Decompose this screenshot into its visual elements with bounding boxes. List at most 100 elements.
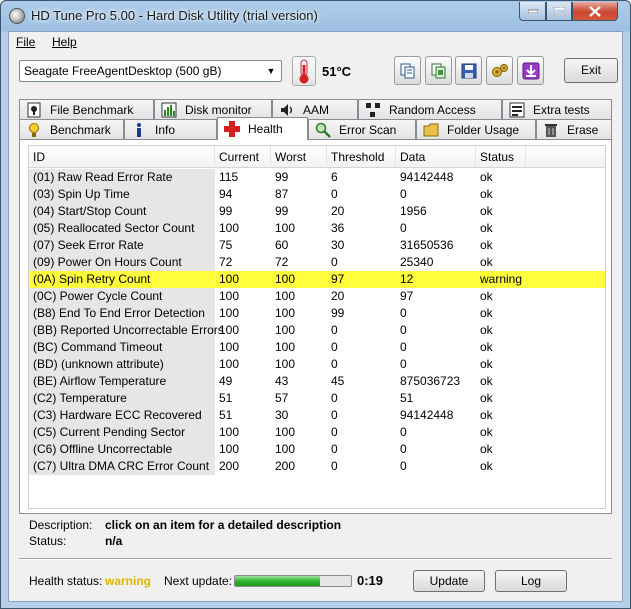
table-row[interactable]: (BC) Command Timeout 100 100 0 0 ok — [29, 339, 605, 356]
table-cell-id: (BC) Command Timeout — [29, 339, 215, 356]
table-row[interactable]: (05) Reallocated Sector Count 100 100 36 0 ok — [29, 220, 605, 237]
table-row[interactable]: (04) Start/Stop Count 99 99 20 1956 ok — [29, 203, 605, 220]
log-button[interactable]: Log — [495, 570, 567, 592]
options-icon — [491, 63, 508, 77]
table-cell-threshold: 20 — [331, 289, 345, 303]
options-button[interactable] — [486, 56, 513, 85]
health-cross-icon — [224, 121, 240, 137]
table-cell-status: ok — [480, 170, 493, 184]
table-row[interactable]: (C6) Offline Uncorrectable 100 100 0 0 ok — [29, 441, 605, 458]
column-header-data[interactable]: Data — [396, 146, 476, 168]
table-cell-worst: 87 — [275, 187, 289, 201]
column-header-id[interactable]: ID — [29, 146, 215, 168]
table-row[interactable]: (BE) Airflow Temperature 49 43 45 875036723 o… — [29, 373, 605, 390]
table-cell-data: 0 — [400, 357, 407, 371]
tab-health[interactable]: Health — [217, 117, 308, 140]
table-cell-worst: 100 — [275, 442, 296, 456]
table-row[interactable]: (01) Raw Read Error Rate 115 99 6 94142448 ok — [29, 169, 605, 186]
table-cell-data: 0 — [400, 459, 407, 473]
tab-benchmark[interactable]: Benchmark — [19, 119, 124, 139]
update-button[interactable]: Update — [413, 570, 485, 592]
tab-random-access[interactable]: Random Access — [358, 99, 502, 119]
table-cell-data: 25340 — [400, 255, 434, 269]
table-cell-worst: 60 — [275, 238, 289, 252]
tab-extra-tests[interactable]: Extra tests — [502, 99, 612, 119]
table-cell-id: (04) Start/Stop Count — [29, 203, 215, 220]
table-row[interactable]: (C3) Hardware ECC Recovered 51 30 0 94142448… — [29, 407, 605, 424]
tab-label: AAM — [303, 102, 330, 117]
tab-label: Benchmark — [50, 122, 111, 137]
table-cell-worst: 100 — [275, 323, 296, 337]
tab-label: Random Access — [389, 102, 476, 117]
menu-file[interactable]: File — [16, 35, 35, 49]
table-row[interactable]: (C7) Ultra DMA CRC Error Count 200 200 0 0 ok — [29, 458, 605, 475]
table-cell-status: ok — [480, 340, 493, 354]
table-row[interactable]: (C2) Temperature 51 57 0 51 ok — [29, 390, 605, 407]
table-cell-worst: 100 — [275, 340, 296, 354]
table-row[interactable]: (09) Power On Hours Count 72 72 0 25340 ok — [29, 254, 605, 271]
minimize-button[interactable] — [519, 2, 546, 21]
save-icon — [461, 63, 476, 78]
table-cell-id: (0A) Spin Retry Count — [29, 271, 215, 288]
copy-screenshot-button[interactable] — [425, 56, 452, 85]
smart-table[interactable]: ID Current Worst Threshold Data Status (… — [28, 145, 606, 509]
folder-icon — [423, 122, 439, 138]
next-update-progress — [234, 575, 352, 587]
tab-error-scan[interactable]: Error Scan — [308, 119, 416, 139]
table-cell-id: (C7) Ultra DMA CRC Error Count — [29, 458, 215, 475]
table-cell-data: 0 — [400, 323, 407, 337]
table-row[interactable]: (B8) End To End Error Detection 100 100 99 0… — [29, 305, 605, 322]
table-cell-worst: 100 — [275, 357, 296, 371]
table-cell-threshold: 0 — [331, 391, 338, 405]
column-header-threshold[interactable]: Threshold — [327, 146, 396, 168]
tab-info[interactable]: Info — [124, 119, 217, 139]
table-cell-threshold: 0 — [331, 340, 338, 354]
table-cell-data: 0 — [400, 306, 407, 320]
table-cell-status: ok — [480, 391, 493, 405]
menu-help[interactable]: Help — [52, 35, 77, 49]
table-cell-current: 100 — [219, 442, 240, 456]
table-cell-worst: 100 — [275, 306, 296, 320]
tab-disk-monitor[interactable]: Disk monitor — [154, 99, 272, 119]
download-button[interactable] — [517, 56, 544, 85]
tab-label: Disk monitor — [185, 102, 252, 117]
column-header-current[interactable]: Current — [215, 146, 271, 168]
tab-folder-usage[interactable]: Folder Usage — [416, 119, 536, 139]
table-cell-worst: 99 — [275, 170, 289, 184]
menu-help-label: Help — [52, 35, 77, 49]
tab-row-top: File Benchmark Disk monitor AAM Random A… — [19, 99, 612, 119]
table-row[interactable]: (0A) Spin Retry Count 100 100 97 12 warning — [29, 271, 605, 288]
countdown: 0:19 — [357, 573, 384, 588]
table-cell-id: (B8) End To End Error Detection — [29, 305, 215, 322]
table-cell-data: 875036723 — [400, 374, 461, 388]
table-cell-worst: 43 — [275, 374, 289, 388]
column-header-status[interactable]: Status — [476, 146, 526, 168]
table-cell-id: (03) Spin Up Time — [29, 186, 215, 203]
table-row[interactable]: (03) Spin Up Time 94 87 0 0 ok — [29, 186, 605, 203]
save-button[interactable] — [455, 56, 482, 85]
close-icon — [589, 5, 601, 17]
table-row[interactable]: (C5) Current Pending Sector 100 100 0 0 ok — [29, 424, 605, 441]
table-row[interactable]: (BB) Reported Uncorrectable Errors 100 100… — [29, 322, 605, 339]
tab-aam[interactable]: AAM — [272, 99, 358, 119]
close-button[interactable] — [572, 2, 618, 21]
tab-file-benchmark[interactable]: File Benchmark — [19, 99, 154, 119]
column-header-worst[interactable]: Worst — [271, 146, 327, 168]
maximize-button[interactable] — [546, 2, 572, 21]
table-cell-data: 0 — [400, 221, 407, 235]
table-cell-current: 51 — [219, 391, 233, 405]
magnifier-icon — [315, 122, 331, 138]
file-benchmark-icon — [26, 102, 42, 118]
tab-erase[interactable]: Erase — [536, 119, 612, 139]
title-bar[interactable]: HD Tune Pro 5.00 - Hard Disk Utility (tr… — [1, 1, 630, 31]
copy-button[interactable] — [394, 56, 421, 85]
exit-button[interactable]: Exit — [564, 58, 618, 83]
table-row[interactable]: (0C) Power Cycle Count 100 100 20 97 ok — [29, 288, 605, 305]
table-row[interactable]: (BD) (unknown attribute) 100 100 0 0 ok — [29, 356, 605, 373]
table-row[interactable]: (07) Seek Error Rate 75 60 30 31650536 ok — [29, 237, 605, 254]
table-cell-current: 100 — [219, 323, 240, 337]
drive-select[interactable]: Seagate FreeAgentDesktop (500 gB) ▼ — [19, 60, 282, 82]
table-cell-data: 0 — [400, 187, 407, 201]
table-cell-id: (01) Raw Read Error Rate — [29, 169, 215, 186]
table-cell-data: 0 — [400, 425, 407, 439]
